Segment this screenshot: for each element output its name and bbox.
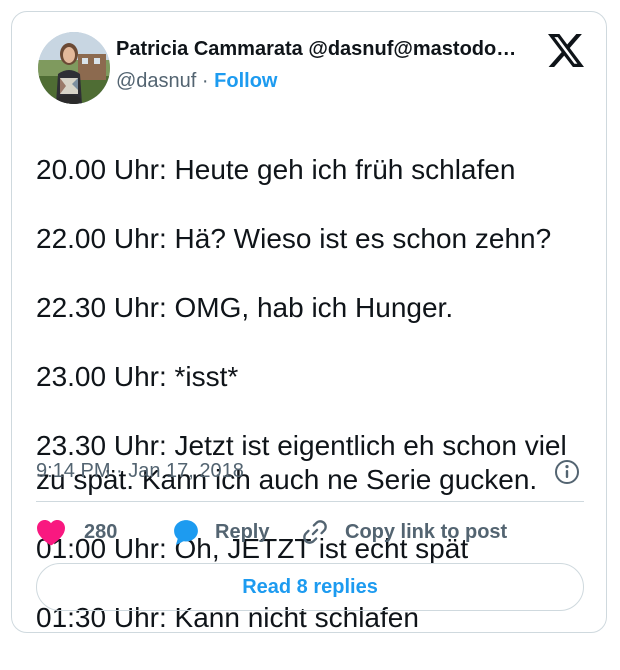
separator-dot: · (201, 70, 209, 92)
post-line: 20.00 Uhr: Heute geh ich früh schlafen (36, 154, 516, 186)
post-line: 22.00 Uhr: Hä? Wieso ist es schon zehn? (36, 223, 552, 255)
post-line: 22.30 Uhr: OMG, hab ich Hunger. (36, 292, 454, 324)
info-icon[interactable] (554, 459, 580, 485)
copy-link-label: Copy link to post (345, 520, 508, 543)
embedded-post-card: Patricia Cammarata @dasnuf@mastodo… @das… (11, 11, 607, 633)
author-block: Patricia Cammarata @dasnuf@mastodo… @das… (116, 36, 541, 94)
divider (36, 501, 584, 502)
action-bar: 280 Reply Copy link to post (36, 516, 584, 548)
avatar[interactable] (38, 32, 110, 104)
reply-label: Reply (215, 520, 270, 543)
link-icon (301, 518, 329, 546)
author-handle[interactable]: @dasnuf (116, 70, 196, 92)
author-name[interactable]: Patricia Cammarata @dasnuf@mastodo… (116, 36, 541, 62)
speech-bubble-icon (172, 518, 200, 546)
heart-icon (36, 518, 66, 546)
like-count: 280 (84, 520, 118, 543)
avatar-image (38, 32, 110, 104)
post-line: 23.00 Uhr: *isst* (36, 360, 239, 392)
author-subline: @dasnuf · Follow (116, 68, 541, 94)
post-timestamp[interactable]: 9:14 PM · Jan 17, 2018 (36, 458, 244, 484)
like-button[interactable]: 280 (36, 516, 117, 548)
copy-link-button[interactable]: Copy link to post (301, 516, 507, 548)
reply-button[interactable]: Reply (172, 516, 269, 548)
follow-button[interactable]: Follow (214, 70, 277, 92)
x-logo-icon[interactable] (548, 34, 584, 67)
read-replies-button[interactable]: Read 8 replies (36, 563, 584, 611)
